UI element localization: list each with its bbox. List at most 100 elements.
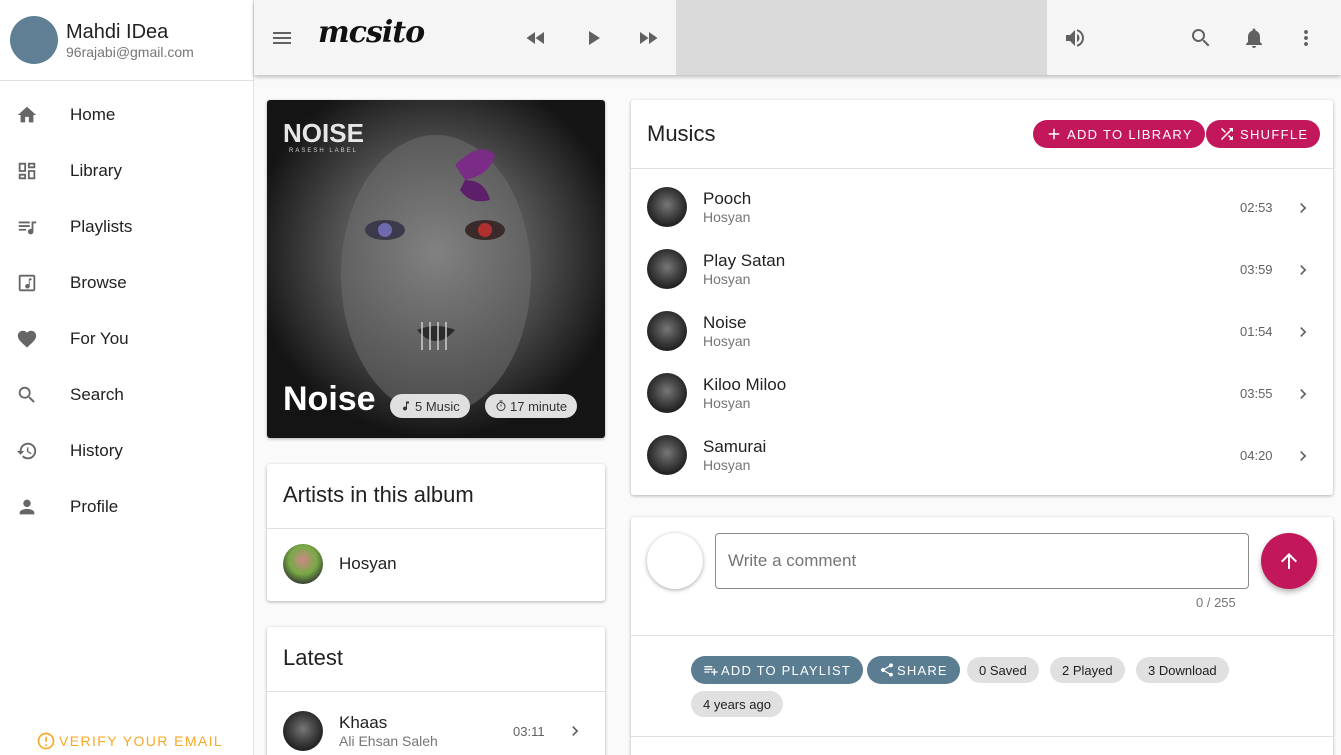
alert-circle-icon xyxy=(37,732,55,750)
played-chip: 2 Played xyxy=(1050,657,1125,683)
commenter-avatar xyxy=(647,533,703,589)
nav-list: Home Library Playlists Browse For You Se… xyxy=(0,87,253,535)
chevron-right-icon[interactable] xyxy=(1293,446,1313,466)
duration-chip: 17 minute xyxy=(485,394,578,418)
shuffle-icon xyxy=(1221,128,1233,140)
latest-card-title: Latest xyxy=(283,645,343,670)
track-duration: 03:55 xyxy=(1240,386,1273,401)
artist-row[interactable]: Hosyan xyxy=(283,544,397,584)
menu-icon[interactable] xyxy=(270,26,294,50)
shuffle-label: SHUFFLE xyxy=(1240,126,1309,142)
nav-label: Playlists xyxy=(70,217,133,236)
nav-label: History xyxy=(70,441,123,460)
nav-item-profile[interactable]: Profile xyxy=(0,479,253,535)
nav-item-search[interactable]: Search xyxy=(0,367,253,423)
add-to-library-label: ADD TO LIBRARY xyxy=(1067,126,1193,142)
nav-item-history[interactable]: History xyxy=(0,423,253,479)
track-thumbnail xyxy=(647,311,687,351)
app-logo[interactable]: mcsito xyxy=(318,15,425,50)
track-artist: Ali Ehsan Saleh xyxy=(339,733,438,749)
track-row[interactable]: Samurai Hosyan xyxy=(647,435,766,475)
user-email: 96rajabi@gmail.com xyxy=(66,44,194,60)
nav-item-home[interactable]: Home xyxy=(0,87,253,143)
arrow-up-icon xyxy=(1281,553,1297,569)
track-duration: 04:20 xyxy=(1240,448,1273,463)
comment-input[interactable] xyxy=(715,533,1249,589)
user-avatar[interactable] xyxy=(10,16,58,64)
more-vert-icon[interactable] xyxy=(1294,26,1318,50)
add-to-library-button[interactable]: ADD TO LIBRARY xyxy=(1033,120,1205,148)
verify-label: VERIFY YOUR EMAIL xyxy=(59,733,224,749)
latest-card: Latest Khaas Ali Ehsan Saleh 03:11 xyxy=(267,627,605,755)
divider xyxy=(267,691,605,692)
divider xyxy=(631,635,1333,636)
history-icon xyxy=(16,440,38,462)
track-row[interactable]: Play Satan Hosyan xyxy=(647,249,785,289)
track-row[interactable]: Pooch Hosyan xyxy=(647,187,751,227)
volume-icon[interactable] xyxy=(1063,26,1087,50)
add-to-playlist-label: ADD TO PLAYLIST xyxy=(721,662,851,678)
nav-label: Browse xyxy=(70,273,127,292)
music-count: 5 Music xyxy=(415,398,460,414)
track-thumbnail xyxy=(283,711,323,751)
seek-bar[interactable] xyxy=(676,0,1047,75)
verify-email-button[interactable]: VERIFY YOUR EMAIL xyxy=(36,731,223,751)
musics-title: Musics xyxy=(647,121,716,146)
track-artist: Hosyan xyxy=(703,333,751,349)
track-title: Kiloo Miloo xyxy=(703,375,787,394)
track-thumbnail xyxy=(647,435,687,475)
album-title: Noise xyxy=(283,380,376,418)
nav-item-for-you[interactable]: For You xyxy=(0,311,253,367)
browse-icon xyxy=(16,272,38,294)
rewind-icon[interactable] xyxy=(524,26,548,50)
app-bar: mcsito xyxy=(254,0,1341,75)
chevron-right-icon[interactable] xyxy=(1293,198,1313,218)
send-comment-button[interactable] xyxy=(1261,533,1317,589)
music-note-icon xyxy=(403,401,409,411)
user-name: Mahdi IDea xyxy=(66,21,169,43)
track-title: Samurai xyxy=(703,437,767,456)
bell-icon[interactable] xyxy=(1242,26,1266,50)
heart-icon xyxy=(16,328,38,350)
user-header: Mahdi IDea 96rajabi@gmail.com xyxy=(0,0,253,81)
divider xyxy=(631,736,1333,737)
saved-chip: 0 Saved xyxy=(967,657,1039,683)
track-duration: 02:53 xyxy=(1240,200,1273,215)
track-row[interactable]: Noise Hosyan xyxy=(647,311,750,351)
comment-card: 0 / 255 ADD TO PLAYLIST SHARE 0 Saved 2 … xyxy=(631,517,1333,755)
library-icon xyxy=(16,160,38,182)
cover-subtext: RASESH LABEL xyxy=(289,148,358,154)
track-artist: Hosyan xyxy=(703,457,751,473)
shuffle-button[interactable]: SHUFFLE xyxy=(1206,120,1321,148)
music-count-chip: 5 Music xyxy=(390,394,470,418)
timer-icon xyxy=(496,400,506,411)
track-thumbnail xyxy=(647,249,687,289)
chevron-right-icon[interactable] xyxy=(1293,260,1313,280)
chevron-right-icon[interactable] xyxy=(1293,322,1313,342)
nav-item-library[interactable]: Library xyxy=(0,143,253,199)
artist-name: Hosyan xyxy=(339,554,397,573)
add-to-playlist-button[interactable]: ADD TO PLAYLIST xyxy=(691,656,863,684)
nav-item-browse[interactable]: Browse xyxy=(0,255,253,311)
latest-item[interactable]: Khaas Ali Ehsan Saleh xyxy=(283,711,593,751)
search-icon[interactable] xyxy=(1189,26,1213,50)
nav-item-playlists[interactable]: Playlists xyxy=(0,199,253,255)
album-cover-card: NOISE RASESH LABEL Noise 5 Music 17 minu… xyxy=(267,100,605,438)
track-artist: Hosyan xyxy=(703,395,751,411)
chevron-right-icon[interactable] xyxy=(565,721,585,741)
play-icon[interactable] xyxy=(581,26,605,50)
artists-card: Artists in this album Hosyan xyxy=(267,464,605,601)
track-duration: 03:59 xyxy=(1240,262,1273,277)
fast-forward-icon[interactable] xyxy=(636,26,660,50)
share-button[interactable]: SHARE xyxy=(867,656,960,684)
track-artist: Hosyan xyxy=(703,209,751,225)
track-thumbnail xyxy=(647,373,687,413)
person-icon xyxy=(16,496,38,518)
album-duration: 17 minute xyxy=(510,398,568,414)
track-row[interactable]: Kiloo Miloo Hosyan xyxy=(647,373,786,413)
share-label: SHARE xyxy=(897,662,948,678)
comment-counter: 0 / 255 xyxy=(1196,595,1236,610)
artist-avatar xyxy=(283,544,323,584)
chevron-right-icon[interactable] xyxy=(1293,384,1313,404)
plus-icon xyxy=(1048,128,1060,140)
